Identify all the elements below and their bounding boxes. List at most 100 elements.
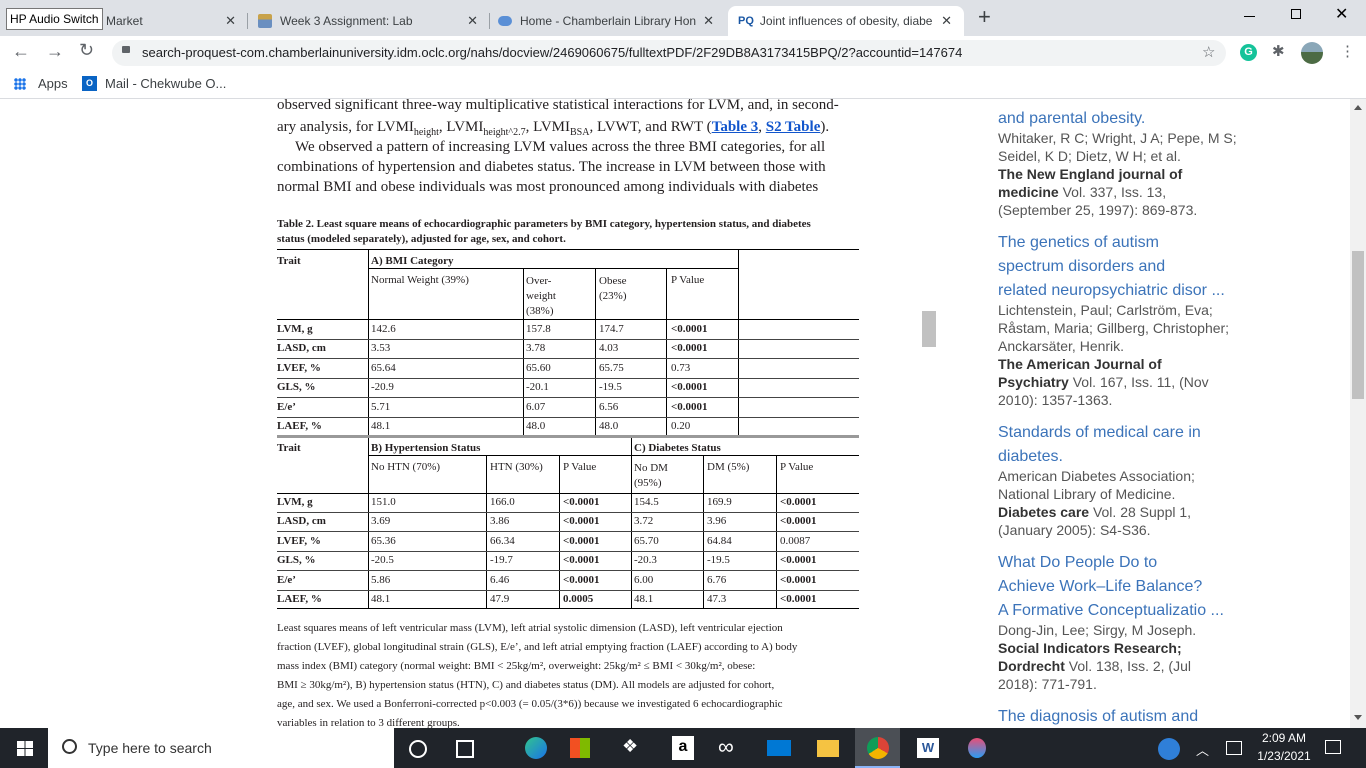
column-header: Obese (23%) <box>599 275 627 302</box>
notification-badge-icon[interactable] <box>1158 738 1180 760</box>
table-header-trait: Trait <box>277 255 301 267</box>
close-icon[interactable]: ✕ <box>703 13 714 29</box>
table-cell: 48.0 <box>599 420 619 432</box>
table-cell: -20.9 <box>371 381 394 394</box>
edge-icon[interactable] <box>525 737 547 759</box>
reference-title-link[interactable]: diabetes. <box>998 445 1063 469</box>
close-icon[interactable]: ✕ <box>941 13 952 29</box>
mail-icon[interactable] <box>767 740 791 756</box>
store-icon[interactable] <box>570 738 590 758</box>
table-cell: 6.07 <box>526 400 546 413</box>
address-bar[interactable]: search-proquest-com.chamberlainuniversit… <box>112 40 1226 66</box>
row-trait: LVEF, % <box>277 534 321 547</box>
column-header: P Value <box>563 461 597 473</box>
extensions-icon[interactable]: ✱ <box>1272 42 1285 60</box>
tab-week3[interactable]: Week 3 Assignment: Lab ✕ <box>252 6 488 36</box>
reference-title-link[interactable]: Standards of medical care in <box>998 421 1201 445</box>
grammarly-icon[interactable]: G <box>1240 44 1257 61</box>
table-cell: <0.0001 <box>563 496 600 508</box>
table-cell: 65.64 <box>371 361 396 374</box>
reference-title-link[interactable]: A Formative Conceptualizatio ... <box>998 599 1224 623</box>
reference-title-link[interactable]: The genetics of autism <box>998 231 1159 255</box>
tab-market[interactable]: Market ✕ <box>104 6 244 36</box>
proquest-favicon-icon: PQ <box>738 15 754 27</box>
tab-title: Joint influences of obesity, diabe <box>759 14 933 28</box>
taskbar-search-box[interactable]: Type here to search <box>48 728 394 768</box>
action-center-icon[interactable] <box>1325 740 1341 754</box>
dropbox-icon[interactable]: ❖ <box>622 736 638 757</box>
pdf-viewer: observed significant three-way multiplic… <box>0 99 915 728</box>
pdf-text-line: We observed a pattern of increasing LVM … <box>295 139 826 155</box>
table-cell: 5.86 <box>371 573 391 586</box>
reference-title-link[interactable]: What Do People Do to <box>998 551 1157 575</box>
windows-start-icon[interactable] <box>17 741 33 756</box>
close-icon[interactable]: ✕ <box>225 13 236 29</box>
table-cell: 65.60 <box>526 361 551 374</box>
reference-date: (January 2005): S4-S36. <box>998 522 1151 538</box>
back-icon[interactable]: ← <box>12 41 30 62</box>
reference-title-link[interactable]: The diagnosis of autism and <box>998 705 1198 728</box>
word-icon[interactable]: W <box>917 738 939 758</box>
table-cell: <0.0001 <box>780 573 817 586</box>
table-cell: 166.0 <box>490 496 515 508</box>
close-window-icon[interactable]: ✕ <box>1335 4 1348 24</box>
table-cell: 48.0 <box>526 420 546 432</box>
table-cell: 47.3 <box>707 593 727 605</box>
clock-time[interactable]: 2:09 AM <box>1256 731 1312 745</box>
reload-icon[interactable]: ↻ <box>79 40 94 61</box>
clock-date[interactable]: 1/23/2021 <box>1250 749 1318 763</box>
reference-title-link[interactable]: spectrum disorders and <box>998 255 1165 279</box>
restore-icon[interactable] <box>1291 9 1301 19</box>
table-cell: <0.0001 <box>563 573 600 586</box>
cortana-icon[interactable] <box>409 740 427 758</box>
reference-date: 2010): 1357-1363. <box>998 392 1113 408</box>
avatar[interactable] <box>1301 42 1323 64</box>
bookmark-apps[interactable]: Apps <box>38 76 68 91</box>
forward-icon[interactable]: → <box>46 41 64 62</box>
paint-icon[interactable] <box>968 738 986 758</box>
network-icon[interactable] <box>1226 741 1242 755</box>
pdf-scroll-thumb[interactable] <box>922 311 936 347</box>
pdf-scrollbar[interactable] <box>922 99 936 728</box>
infinity-icon[interactable]: ∞ <box>718 734 734 760</box>
table-footnote: Least squares means of left ventricular … <box>277 622 798 728</box>
outlook-icon: O <box>82 76 97 91</box>
chrome-icon <box>867 737 889 759</box>
apps-icon[interactable] <box>14 78 26 90</box>
table-cell: -19.7 <box>490 554 513 567</box>
reference-title-link[interactable]: and parental obesity. <box>998 107 1145 131</box>
amazon-icon[interactable]: a <box>672 736 694 760</box>
tab-library[interactable]: Home - Chamberlain Library Hon ✕ <box>492 6 724 36</box>
bookmark-star-icon[interactable]: ☆ <box>1202 43 1215 61</box>
table-cell: 169.9 <box>707 496 732 508</box>
reference-title-link[interactable]: related neuropsychiatric disor ... <box>998 279 1225 303</box>
tab-proquest[interactable]: PQ Joint influences of obesity, diabe ✕ <box>728 6 964 36</box>
row-trait: E/e’ <box>277 400 296 413</box>
new-tab-button[interactable]: + <box>978 4 991 30</box>
lock-icon <box>122 46 130 53</box>
pdf-text-line: combinations of hypertension and diabete… <box>277 159 826 175</box>
table3-link[interactable]: Table 3 <box>712 119 759 135</box>
close-icon[interactable]: ✕ <box>467 13 478 29</box>
search-placeholder: Type here to search <box>88 740 212 756</box>
task-view-icon[interactable] <box>456 740 474 758</box>
table-cell: 3.72 <box>634 515 654 528</box>
scroll-up-icon[interactable] <box>1354 105 1362 110</box>
menu-icon[interactable]: ⋮ <box>1340 42 1355 60</box>
scroll-down-icon[interactable] <box>1354 715 1362 720</box>
reference-source: Dordrecht Vol. 138, Iss. 2, (Jul <box>998 658 1191 674</box>
table-cell: 151.0 <box>371 496 396 508</box>
table-cell: 3.69 <box>371 515 391 528</box>
file-explorer-icon[interactable] <box>817 740 839 757</box>
table-cell: 48.1 <box>371 593 391 605</box>
chevron-up-icon[interactable]: ︿ <box>1196 740 1209 759</box>
bookmark-mail[interactable]: Mail - Chekwube O... <box>105 76 226 91</box>
page-scrollbar[interactable] <box>1350 99 1366 728</box>
scroll-thumb[interactable] <box>1352 251 1364 399</box>
chrome-taskbar-button[interactable] <box>855 728 900 768</box>
reference-title-link[interactable]: Achieve Work–Life Balance? <box>998 575 1202 599</box>
table-cell: 66.34 <box>490 534 515 547</box>
table-section-header: C) Diabetes Status <box>634 442 721 454</box>
s2-table-link[interactable]: S2 Table <box>766 119 821 135</box>
minimize-icon[interactable] <box>1244 16 1255 17</box>
